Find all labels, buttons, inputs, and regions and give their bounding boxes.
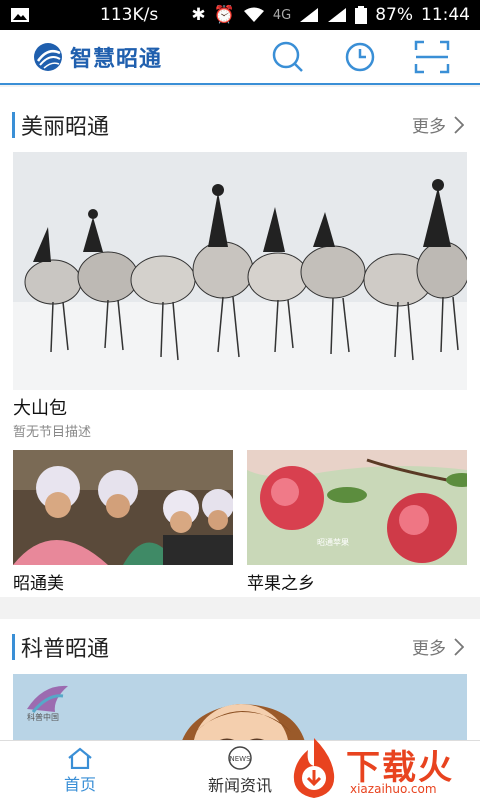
more-link[interactable]: 更多 xyxy=(412,112,464,137)
thumbnail-image: 昭通苹果 xyxy=(247,450,467,565)
logo-text: 智慧昭通 xyxy=(70,46,163,72)
logo-emblem-icon xyxy=(34,42,62,71)
section-beautiful-zhaotong: 美丽昭通 更多 大山包 暂无节目描述 昭通美 昭通苹果 苹果之乡 xyxy=(0,87,480,597)
featured-title[interactable]: 大山包 xyxy=(13,394,480,420)
app-bar: 智慧昭通 xyxy=(0,30,480,85)
flame-logo-icon xyxy=(293,738,335,798)
grid-item-title: 苹果之乡 xyxy=(247,574,315,594)
app-logo: 智慧昭通 xyxy=(32,41,162,73)
svg-text:NEWS: NEWS xyxy=(229,755,251,763)
network-speed: 113K/s xyxy=(100,5,159,25)
clock-time: 11:44 xyxy=(421,5,470,25)
signal-icon-2 xyxy=(328,8,347,22)
cranes-image xyxy=(13,152,467,390)
section-header: 科普昭通 更多 xyxy=(0,619,480,674)
featured-image[interactable] xyxy=(13,152,467,390)
news-icon: NEWS xyxy=(228,745,252,770)
science-logo-text: 科普中国 xyxy=(27,712,59,722)
battery-icon xyxy=(355,6,368,24)
section-accent-bar xyxy=(12,633,15,660)
tab-home[interactable]: 首页 xyxy=(0,741,160,800)
watermark: 下载火 xiazaihuo.com xyxy=(282,736,480,800)
battery-level: 87% xyxy=(375,5,413,25)
chevron-right-icon xyxy=(454,637,464,656)
chevron-right-icon xyxy=(454,115,464,134)
science-banner-image[interactable]: 科普中国 xyxy=(13,674,467,740)
section-header: 美丽昭通 更多 xyxy=(0,97,480,152)
network-type: 4G xyxy=(272,7,292,23)
status-bar: 113K/s ✱ ⏰ 4G 87% 11:44 xyxy=(0,0,480,30)
search-button[interactable] xyxy=(252,32,324,82)
section-science-zhaotong: 科普昭通 更多 科普中国 xyxy=(0,619,480,740)
featured-subtitle: 暂无节目描述 xyxy=(13,425,92,440)
signal-icon-1 xyxy=(300,8,319,22)
grid-item[interactable]: 昭通美 xyxy=(13,450,233,597)
section-title: 科普昭通 xyxy=(21,636,110,662)
more-label: 更多 xyxy=(412,639,446,659)
main-content[interactable]: 美丽昭通 更多 大山包 暂无节目描述 昭通美 昭通苹果 苹果之乡 科普昭通 更多… xyxy=(0,87,480,740)
wifi-icon xyxy=(243,7,264,22)
grid-item[interactable]: 昭通苹果 苹果之乡 xyxy=(247,450,467,597)
alarm-icon: ⏰ xyxy=(213,5,235,25)
section-title: 美丽昭通 xyxy=(21,114,110,140)
tab-label: 新闻资讯 xyxy=(207,775,272,795)
bluetooth-icon: ✱ xyxy=(191,5,206,25)
thumbnail-image xyxy=(13,450,233,565)
image-notification-icon xyxy=(11,8,29,22)
apple-caption: 昭通苹果 xyxy=(317,537,349,547)
section-accent-bar xyxy=(12,111,15,138)
history-button[interactable] xyxy=(324,32,396,82)
search-icon xyxy=(272,41,303,72)
scan-button[interactable] xyxy=(396,32,468,82)
tab-label: 首页 xyxy=(63,774,96,794)
clock-icon xyxy=(345,42,375,71)
scan-icon xyxy=(414,40,450,73)
home-icon xyxy=(68,747,92,769)
section-divider xyxy=(0,597,480,619)
more-link[interactable]: 更多 xyxy=(412,634,464,659)
watermark-url: xiazaihuo.com xyxy=(350,782,437,796)
more-label: 更多 xyxy=(412,117,446,137)
grid-item-title: 昭通美 xyxy=(13,574,64,594)
thumbnail-grid: 昭通美 昭通苹果 苹果之乡 xyxy=(13,450,480,597)
